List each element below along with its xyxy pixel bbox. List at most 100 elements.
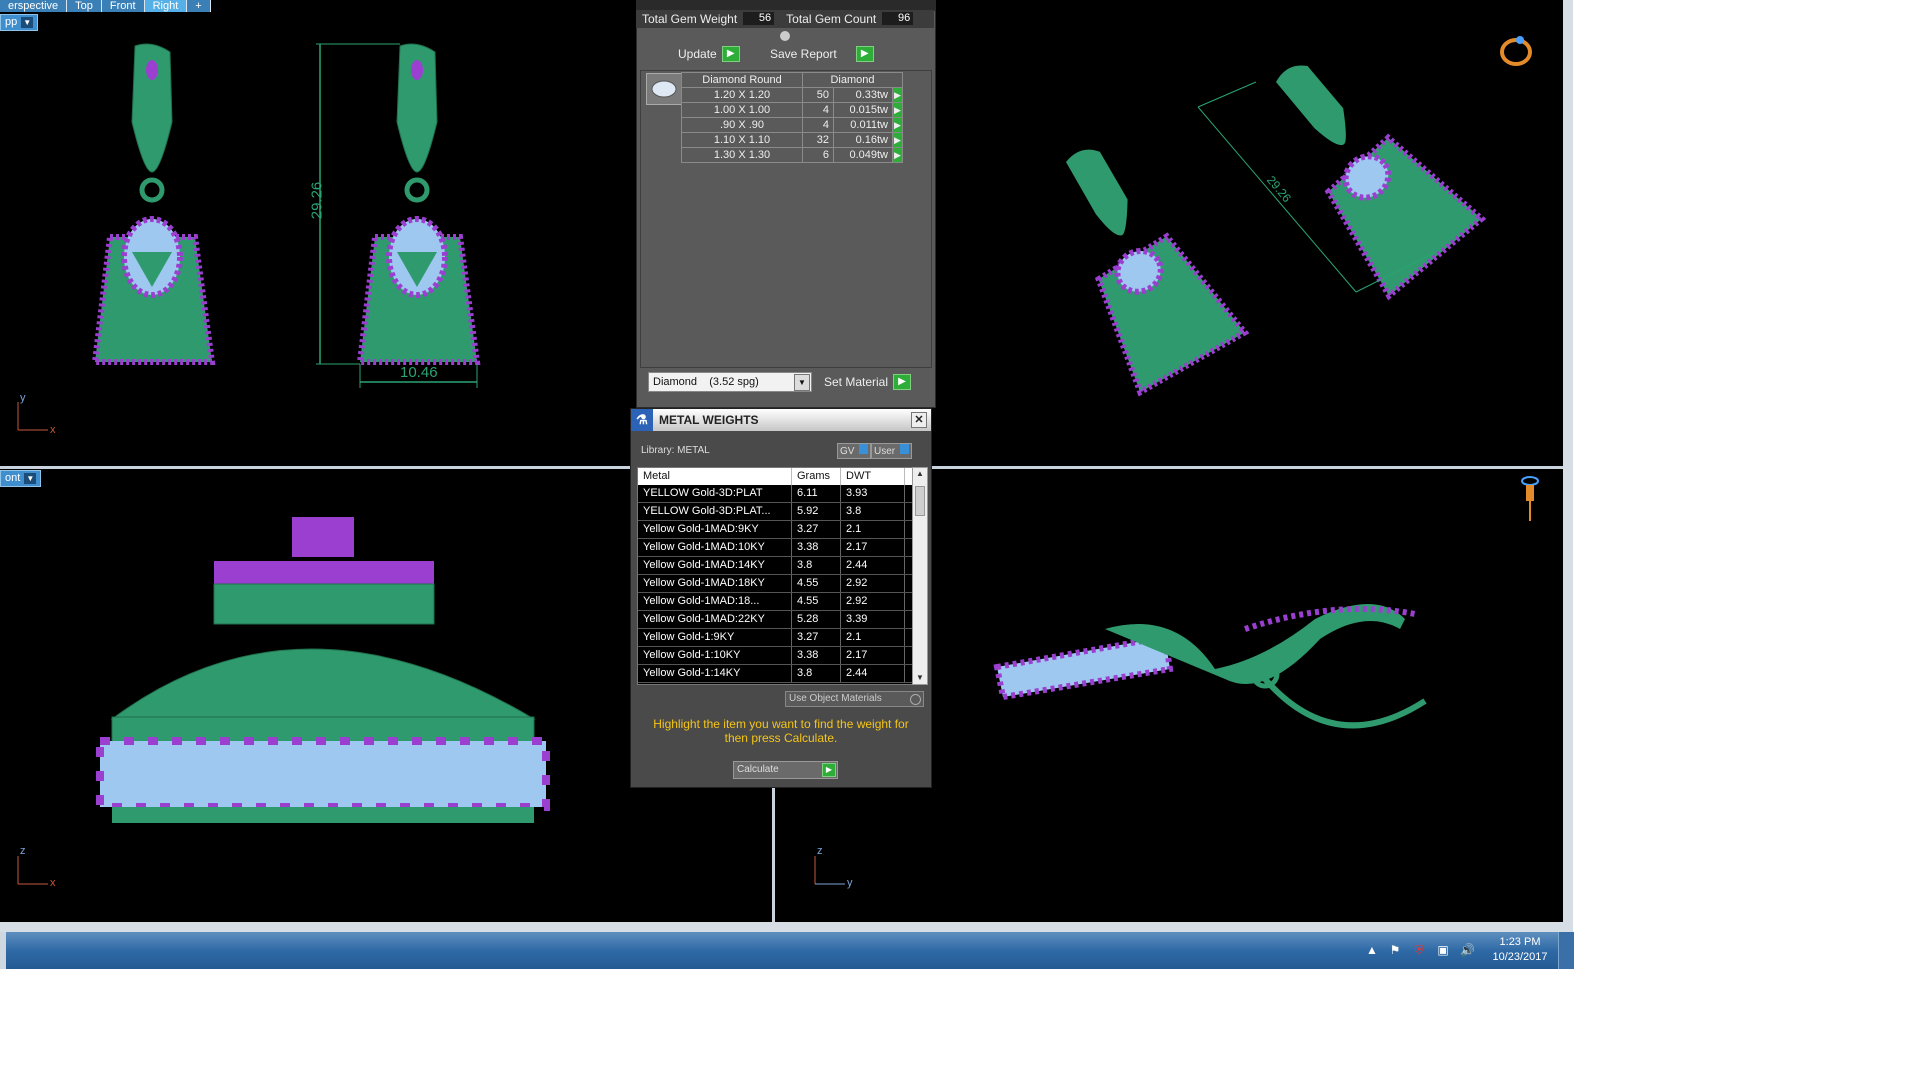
- metal-row[interactable]: Yellow Gold-1MAD:14KY 3.8 2.44: [638, 557, 912, 575]
- viewport-front-two-earrings[interactable]: 29.26 10.46 y x: [0, 12, 636, 466]
- metal-name: Yellow Gold-1MAD:22KY: [638, 611, 792, 628]
- total-gem-weight-value: 56: [743, 12, 775, 25]
- gem-table-row[interactable]: 1.20 X 1.20 50 0.33tw ▶: [681, 87, 903, 103]
- metal-grams: 4.55: [792, 593, 841, 610]
- metal-row[interactable]: Yellow Gold-1:9KY 3.27 2.1: [638, 629, 912, 647]
- update-button-label: Update: [678, 47, 717, 61]
- ring-icon: [1500, 36, 1532, 66]
- metal-dwt: 2.1: [841, 521, 905, 538]
- metal-list-scrollbar[interactable]: ▲ ▼: [912, 467, 928, 685]
- close-icon[interactable]: ✕: [911, 412, 927, 428]
- calculate-instruction: Highlight the item you want to find the …: [653, 717, 909, 745]
- scroll-thumb[interactable]: [915, 486, 925, 516]
- column-header-grams[interactable]: Grams: [792, 468, 841, 485]
- network-icon[interactable]: ▣: [1436, 943, 1450, 957]
- tab-top[interactable]: Top: [67, 0, 102, 12]
- axis-x-label: x: [50, 424, 56, 436]
- metal-row[interactable]: YELLOW Gold-3D:PLAT... 5.92 3.8: [638, 503, 912, 521]
- tab-add-viewport[interactable]: +: [187, 0, 211, 12]
- row-action-icon[interactable]: ▶: [892, 132, 903, 148]
- toggle-indicator-icon: [859, 444, 869, 454]
- viewport-top-left-dropdown[interactable]: pp ▼: [0, 14, 39, 31]
- width-dimension-label: 10.46: [400, 364, 438, 381]
- axis-z-label: z: [20, 845, 26, 857]
- total-gem-weight-label: Total Gem Weight: [642, 12, 738, 26]
- metal-row[interactable]: Yellow Gold-1MAD:18KY 4.55 2.92: [638, 575, 912, 593]
- set-material-button[interactable]: Set Material ▶: [824, 374, 912, 390]
- gem-table-row[interactable]: 1.00 X 1.00 4 0.015tw ▶: [681, 102, 903, 118]
- metal-row[interactable]: Yellow Gold-1:10KY 3.38 2.17: [638, 647, 912, 665]
- gv-toggle[interactable]: GV: [837, 443, 872, 459]
- earrings-perspective-render: [1066, 36, 1532, 397]
- use-object-materials-toggle[interactable]: Use Object Materials: [785, 691, 924, 707]
- action-center-flag-icon[interactable]: ⚑: [1388, 943, 1402, 957]
- metal-dwt: 3.93: [841, 485, 905, 502]
- metal-name: Yellow Gold-1MAD:18KY: [638, 575, 792, 592]
- metal-name: YELLOW Gold-3D:PLAT...: [638, 503, 792, 520]
- update-button[interactable]: Update ▶: [678, 46, 740, 62]
- clock-date: 10/23/2017: [1492, 951, 1548, 963]
- gem-size-cell: 1.20 X 1.20: [681, 87, 803, 103]
- total-gem-count-label: Total Gem Count: [786, 12, 877, 26]
- show-hidden-icons-icon[interactable]: ▲: [1365, 943, 1379, 957]
- metal-grams: 4.55: [792, 575, 841, 592]
- security-shield-icon[interactable]: ⛨: [1412, 943, 1426, 957]
- scroll-down-icon[interactable]: ▼: [913, 672, 927, 684]
- viewport-dropdown-value: pp: [5, 16, 18, 28]
- metal-row[interactable]: Yellow Gold-1MAD:10KY 3.38 2.17: [638, 539, 912, 557]
- row-action-icon[interactable]: ▶: [892, 147, 903, 163]
- metal-row[interactable]: Yellow Gold-1MAD:22KY 5.28 3.39: [638, 611, 912, 629]
- metal-grams: 3.27: [792, 521, 841, 538]
- volume-icon[interactable]: 🔊: [1460, 943, 1475, 957]
- row-action-icon[interactable]: ▶: [892, 102, 903, 118]
- save-report-button[interactable]: Save Report ▶: [770, 46, 874, 62]
- gem-count-cell: 32: [802, 132, 834, 148]
- metal-weights-window: ⚗ METAL WEIGHTS ✕ Library: METAL GV User…: [630, 408, 932, 788]
- metal-row[interactable]: YELLOW Gold-3D:PLAT 6.11 3.93: [638, 485, 912, 503]
- material-select[interactable]: Diamond (3.52 spg) ▼: [648, 372, 812, 392]
- library-label: Library: METAL: [641, 445, 710, 456]
- user-toggle[interactable]: User: [871, 443, 912, 459]
- axis-z-label-2: z: [817, 845, 823, 857]
- panel-pin-icon[interactable]: [780, 31, 790, 41]
- total-gem-count-value: 96: [882, 12, 914, 25]
- show-desktop-button[interactable]: [1558, 932, 1574, 969]
- play-icon-4: ▶: [822, 763, 836, 777]
- calculate-button[interactable]: Calculate ▶: [733, 761, 838, 779]
- gem-table-row[interactable]: 1.10 X 1.10 32 0.16tw ▶: [681, 132, 903, 148]
- tab-front[interactable]: Front: [101, 0, 145, 12]
- metal-name: YELLOW Gold-3D:PLAT: [638, 485, 792, 502]
- metal-row[interactable]: Yellow Gold-1:14KY 3.8 2.44: [638, 665, 912, 683]
- taskbar-left-edge: [0, 932, 6, 969]
- viewport-perspective[interactable]: 29.26: [936, 12, 1563, 466]
- row-action-icon[interactable]: ▶: [892, 117, 903, 133]
- viewport-bottom-left-dropdown[interactable]: ont ▼: [0, 470, 42, 487]
- gem-table-row[interactable]: 1.30 X 1.30 6 0.049tw ▶: [681, 147, 903, 163]
- gv-label: GV: [840, 446, 855, 457]
- metal-row[interactable]: Yellow Gold-1MAD:9KY 3.27 2.1: [638, 521, 912, 539]
- window-right-border: [1563, 0, 1573, 932]
- column-header-metal[interactable]: Metal: [638, 468, 792, 485]
- gem-weight-cell: 0.011tw: [833, 117, 893, 133]
- pendant-icon: [1521, 476, 1539, 521]
- tab-right[interactable]: Right: [144, 0, 188, 12]
- diamond-thumbnail[interactable]: [646, 73, 682, 105]
- taskbar-clock[interactable]: 1:23 PM 10/23/2017: [1486, 935, 1554, 965]
- row-action-icon[interactable]: ▶: [892, 87, 903, 103]
- scroll-up-icon[interactable]: ▲: [913, 468, 927, 480]
- metal-dwt: 3.39: [841, 611, 905, 628]
- metal-grams: 6.11: [792, 485, 841, 502]
- metal-grams: 3.38: [792, 647, 841, 664]
- metal-dwt: 3.8: [841, 503, 905, 520]
- gem-weight-cell: 0.16tw: [833, 132, 893, 148]
- gem-table-row[interactable]: .90 X .90 4 0.011tw ▶: [681, 117, 903, 133]
- set-material-button-label: Set Material: [824, 375, 889, 389]
- tab-perspective[interactable]: erspective: [0, 0, 68, 12]
- axis-y-label-2: y: [847, 877, 853, 889]
- metal-weights-titlebar[interactable]: ⚗ METAL WEIGHTS ✕: [631, 409, 931, 431]
- viewport-tab-bar: erspective Top Front Right +: [0, 0, 211, 12]
- metal-list[interactable]: Metal Grams DWT YELLOW Gold-3D:PLAT 6.11 3…: [637, 467, 913, 685]
- metal-row[interactable]: Yellow Gold-1MAD:18... 4.55 2.92: [638, 593, 912, 611]
- column-header-dwt[interactable]: DWT: [841, 468, 905, 485]
- user-label: User: [874, 446, 896, 457]
